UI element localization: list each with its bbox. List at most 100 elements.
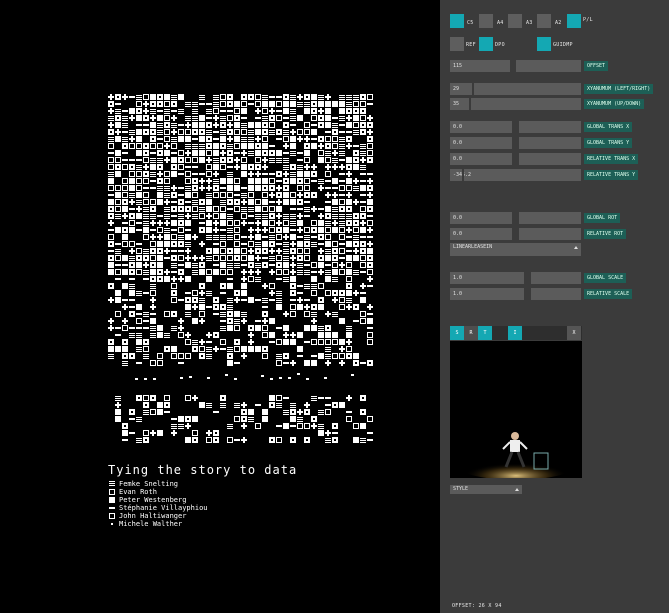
glyph-mark	[276, 129, 282, 135]
glyph-mark	[332, 136, 338, 142]
glyph-mark	[122, 131, 128, 133]
glyph-mark	[306, 378, 309, 380]
glyph-mark	[367, 236, 373, 238]
glyph-mark	[129, 278, 135, 280]
glyph-mark	[234, 136, 240, 142]
global-scale-field[interactable]: 1.0	[450, 272, 524, 284]
ref-toggle[interactable]	[450, 37, 464, 51]
glyph-mark	[332, 164, 338, 170]
relative-trans-y-slider[interactable]: -345.2	[450, 169, 581, 181]
glyph-mark	[241, 409, 247, 415]
glyph-mark	[353, 199, 359, 205]
style-select[interactable]: STYLE	[450, 485, 522, 494]
relative-scale-slider[interactable]	[531, 288, 581, 300]
glyph-mark	[115, 214, 121, 219]
offset-slider[interactable]	[516, 60, 581, 72]
xyanumum-lr-slider[interactable]: 29	[450, 83, 581, 95]
glyph-mark	[206, 306, 212, 308]
glyph-mark	[192, 109, 198, 114]
glyph-mark	[325, 354, 331, 359]
slider-handle[interactable]	[469, 98, 471, 110]
glyph-mark	[290, 116, 296, 121]
glyph-mark	[136, 229, 142, 231]
glyph-mark	[290, 208, 296, 210]
glyph-mark	[129, 108, 135, 114]
slider-handle[interactable]	[462, 169, 464, 181]
glyph-mark	[241, 312, 247, 317]
glyph-mark	[129, 136, 135, 142]
glyph-mark	[290, 241, 296, 247]
global-rot-field[interactable]: 0.0	[450, 212, 512, 224]
global-trans-x-field[interactable]: 0.0	[450, 121, 512, 133]
offset-field[interactable]: 115	[450, 60, 510, 72]
glyph-mark	[129, 130, 135, 135]
glyph-mark	[262, 416, 268, 422]
glyph-mark	[213, 115, 219, 121]
glyph-mark	[171, 255, 177, 261]
glyph-mark	[325, 131, 331, 133]
glyph-mark	[346, 250, 352, 252]
glyph-mark	[143, 354, 149, 359]
global-rot-slider[interactable]	[519, 212, 581, 224]
glyph-mark	[241, 276, 247, 282]
glyph-mark	[290, 332, 296, 338]
glyph-mark	[164, 157, 170, 163]
glyph-mark	[367, 327, 373, 329]
glyph-mark	[255, 220, 261, 226]
glyph-mark	[178, 173, 184, 175]
glyph-mark	[248, 192, 254, 198]
tab-r[interactable]: R	[464, 326, 478, 340]
orientation-button[interactable]	[567, 14, 581, 28]
glyph-mark	[150, 304, 156, 310]
guidmp-toggle[interactable]	[537, 37, 551, 51]
global-trans-y-slider[interactable]	[519, 137, 581, 149]
paper-a4-button[interactable]	[479, 14, 493, 28]
glyph-mark	[164, 136, 170, 142]
pattern-canvas[interactable]: Tying the story to data Femke Snelting E…	[0, 0, 440, 613]
glyph-mark	[136, 313, 142, 315]
chevron-up-icon	[515, 488, 519, 491]
glyph-mark	[150, 430, 156, 436]
global-trans-x-slider[interactable]	[519, 121, 581, 133]
glyph-mark	[241, 264, 247, 266]
glyph-mark	[164, 257, 170, 259]
glyph-mark	[136, 143, 142, 149]
paper-a2-button[interactable]	[537, 14, 551, 28]
glyph-mark	[136, 136, 142, 142]
glyph-mark	[206, 256, 212, 261]
glyph-mark	[248, 122, 254, 128]
glyph-mark	[206, 341, 212, 343]
glyph-mark	[136, 347, 142, 352]
relative-trans-x-field[interactable]: 0.0	[450, 153, 512, 165]
glyph-mark	[241, 416, 247, 422]
relative-trans-x-slider[interactable]	[519, 153, 581, 165]
glyph-mark	[325, 227, 331, 233]
glyph-mark	[283, 117, 289, 119]
global-scale-slider[interactable]	[531, 272, 581, 284]
tab-s[interactable]: S	[450, 326, 464, 340]
glyph-mark	[248, 130, 254, 135]
tab-i[interactable]: I	[508, 326, 522, 340]
glyph-mark	[255, 234, 261, 240]
relative-rot-field[interactable]: 0.0	[450, 228, 512, 240]
glyph-mark	[213, 102, 219, 107]
glyph-mark	[171, 418, 177, 420]
dpo-toggle[interactable]	[479, 37, 493, 51]
relative-scale-field[interactable]: 1.0	[450, 288, 524, 300]
easing-select[interactable]: LINEARLEASEIN	[450, 243, 581, 256]
global-trans-y-field[interactable]: 0.0	[450, 137, 512, 149]
slider-handle[interactable]	[472, 83, 474, 95]
glyph-mark	[143, 115, 149, 121]
stage-preview-image	[450, 341, 582, 478]
glyph-mark	[325, 311, 331, 317]
glyph-mark	[213, 213, 219, 219]
paper-c5-button[interactable]	[450, 14, 464, 28]
preview-close-button[interactable]: X	[567, 326, 581, 340]
paper-a3-button[interactable]	[508, 14, 522, 28]
glyph-mark	[353, 101, 359, 107]
glyph-mark	[248, 151, 254, 156]
glyph-mark	[367, 178, 373, 184]
tab-t[interactable]: T	[478, 326, 492, 340]
relative-rot-slider[interactable]	[519, 228, 581, 240]
glyph-mark	[269, 332, 275, 338]
